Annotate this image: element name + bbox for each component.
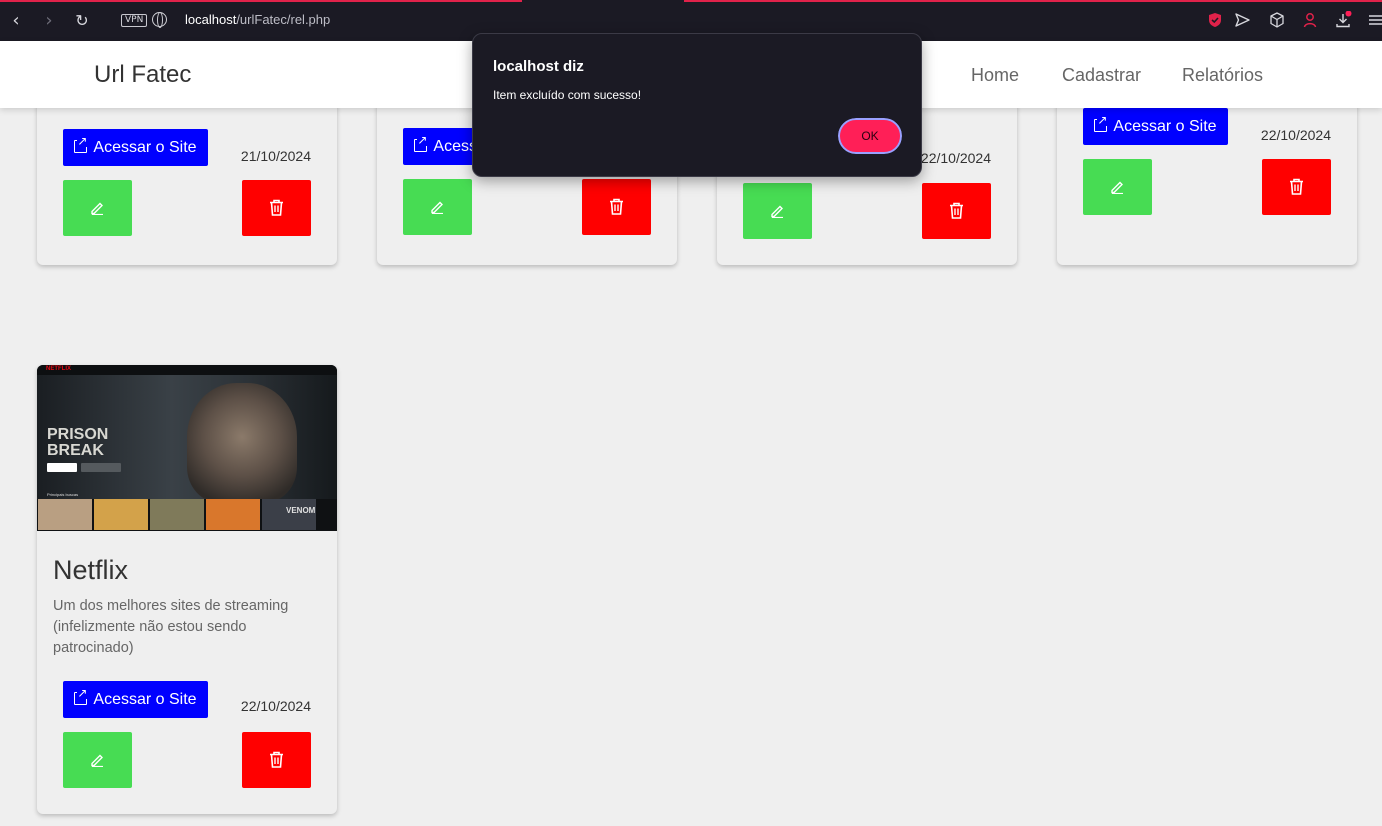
address-bar[interactable]: localhost/urlFatec/rel.php [185, 12, 330, 27]
card-title: Netflix [53, 555, 129, 585]
nav-link-relatorios[interactable]: Relatórios [1182, 65, 1263, 86]
edit-button[interactable] [63, 180, 132, 236]
active-tab-indicator [0, 0, 522, 2]
thumb-tile-label: VENOM [286, 506, 316, 515]
card-description: Um dos melhores sites de streaming (infe… [53, 598, 289, 656]
external-link-icon [74, 687, 88, 705]
thumb-show-title: PRISON BREAK [47, 427, 108, 459]
edit-button[interactable] [743, 183, 812, 239]
box-icon[interactable] [1268, 11, 1286, 29]
dialog-message: Item excluído com sucesso! [493, 88, 642, 102]
menu-icon[interactable] [1366, 11, 1382, 29]
thumb-logo: NETFLIX [46, 366, 71, 372]
back-icon[interactable]: ‹ [6, 10, 26, 32]
send-icon[interactable] [1233, 11, 1251, 29]
pencil-icon [771, 205, 783, 218]
visit-site-button[interactable]: Acessar o Site [1083, 108, 1228, 145]
edit-button[interactable] [63, 732, 132, 788]
dialog-title: localhost diz [493, 58, 584, 75]
shield-icon[interactable] [1206, 11, 1224, 29]
card-date: 21/10/2024 [240, 148, 311, 164]
thumb-show-title-line2: BREAK [47, 442, 104, 459]
dialog-ok-button[interactable]: OK [837, 117, 903, 155]
nav-link-home[interactable]: Home [971, 65, 1019, 86]
delete-button[interactable] [922, 183, 991, 239]
thumb-info-button [81, 463, 121, 472]
link-card-netflix: NETFLIX PRISON BREAK Principais buscas VE… [37, 365, 337, 814]
globe-icon [152, 12, 167, 28]
tab-indicator [684, 0, 1382, 2]
delete-button[interactable] [242, 732, 311, 788]
thumb-play-button [47, 463, 77, 472]
thumb-tile [206, 499, 260, 530]
pencil-icon [431, 201, 443, 214]
delete-button[interactable] [242, 180, 311, 236]
site-thumbnail: NETFLIX PRISON BREAK Principais buscas VE… [37, 365, 337, 531]
card-date: 22/10/2024 [1260, 127, 1331, 143]
pencil-icon [1111, 181, 1123, 194]
pencil-icon [91, 754, 103, 767]
forward-icon[interactable]: › [39, 10, 59, 32]
reload-icon[interactable]: ↻ [72, 10, 92, 32]
site-brand[interactable]: Url Fatec [94, 61, 191, 89]
trash-icon [270, 751, 283, 768]
external-link-icon [1094, 114, 1108, 132]
thumb-tile [94, 499, 148, 530]
thumb-tile [150, 499, 204, 530]
profile-icon[interactable] [1301, 11, 1319, 29]
card-date: 22/10/2024 [920, 150, 991, 166]
thumb-tile [38, 499, 92, 530]
card-date: 22/10/2024 [240, 698, 311, 714]
thumb-row-label: Principais buscas [47, 492, 79, 497]
trash-icon [610, 198, 623, 215]
external-link-icon [74, 135, 88, 153]
external-link-icon [414, 134, 428, 152]
trash-icon [270, 199, 283, 216]
pencil-icon [91, 202, 103, 215]
thumb-face [187, 383, 297, 503]
visit-site-label: Acessar o Site [93, 691, 197, 708]
delete-button[interactable] [1262, 159, 1331, 215]
delete-button[interactable] [582, 179, 651, 235]
edit-button[interactable] [403, 179, 472, 235]
thumb-header [37, 365, 337, 375]
url-path: /urlFatec/rel.php [236, 12, 331, 27]
trash-icon [950, 202, 963, 219]
visit-site-label: Acessar o Site [1113, 118, 1217, 135]
thumb-show-title-line1: PRISON [47, 426, 109, 443]
visit-site-label: Acessar o Site [93, 139, 197, 156]
nav-link-cadastrar[interactable]: Cadastrar [1062, 65, 1141, 86]
visit-site-button[interactable]: Acessar o Site [63, 129, 208, 166]
visit-site-button[interactable]: Acessar o Site [63, 681, 208, 718]
trash-icon [1290, 178, 1303, 195]
alert-dialog: localhost diz Item excluído com sucesso!… [472, 33, 922, 177]
vpn-badge[interactable]: VPN [121, 14, 148, 27]
edit-button[interactable] [1083, 159, 1152, 215]
url-host: localhost [185, 12, 237, 27]
download-icon[interactable] [1334, 11, 1352, 29]
